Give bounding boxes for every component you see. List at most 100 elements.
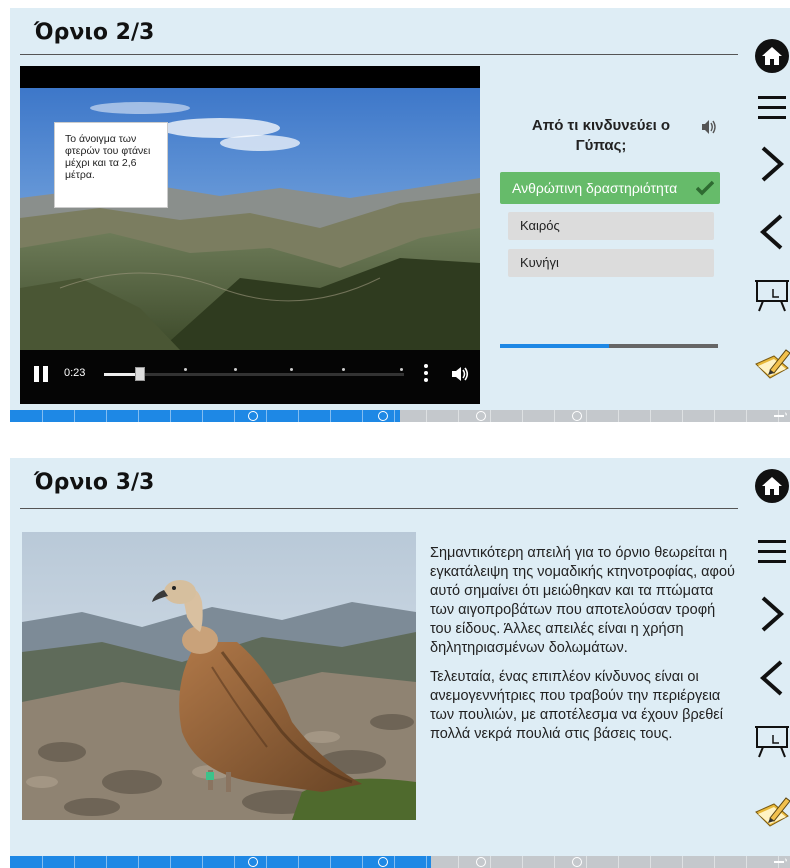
progress-segment [298,856,299,868]
progress-segment [586,856,587,868]
quiz-progress-bar [500,344,718,348]
chapter-marker-circle[interactable] [476,857,486,867]
presentation-board-icon [755,726,789,758]
progress-segment [490,410,491,422]
title-divider [20,54,738,55]
video-player[interactable]: Το άνοιγμα των φτερών του φτάνει μέχρι κ… [20,66,480,404]
progress-segment [458,410,459,422]
quiz-answer[interactable]: Κυνήγι [508,249,714,277]
chapter-marker-circle[interactable] [378,857,388,867]
progress-segment [394,856,395,868]
progress-segment [650,856,651,868]
paragraph: Σημαντικότερη απειλή για το όρνιο θεωρεί… [430,545,735,656]
slide-panel-2: Όρνιο 3/3 Σημαντικότερη απειλή για το όρ… [10,458,790,868]
pause-icon[interactable] [34,366,50,382]
progress-segment [714,410,715,422]
next-button[interactable] [752,144,790,184]
progress-segment [330,856,331,868]
video-time: 0:23 [64,367,86,379]
progress-segment [202,410,203,422]
home-icon [755,39,789,73]
progress-segment [138,856,139,868]
course-progress-fill [10,410,400,422]
progress-segment [554,856,555,868]
progress-segment [778,410,779,422]
title-divider [20,508,738,509]
progress-segment [426,410,427,422]
finish-flag-icon [774,412,787,417]
video-caption-tooltip: Το άνοιγμα των φτερών του φτάνει μέχρι κ… [54,122,168,208]
notebook-pencil-icon [755,349,790,379]
progress-segment [202,856,203,868]
more-options-icon[interactable] [424,364,428,382]
menu-button[interactable] [752,532,790,572]
chevron-right-icon [761,146,785,182]
chapter-marker-circle[interactable] [572,857,582,867]
quiz-answer[interactable]: Καιρός [508,212,714,240]
slide-panel-1: Όρνιο 2/3 Το άνοιγμα των φτερών του φτάν… [10,8,790,422]
menu-icon [758,540,786,563]
chevron-right-icon [761,596,785,632]
progress-segment [234,856,235,868]
progress-segment [586,410,587,422]
chapter-marker [290,368,293,371]
progress-segment [650,410,651,422]
video-controls: 0:23 [20,350,480,404]
progress-segment [682,856,683,868]
home-icon [755,469,789,503]
quiz-progress-fill [500,344,609,348]
chapter-marker-circle[interactable] [476,411,486,421]
paragraph: Τελευταία, ένας επιπλέον κίνδυνος είναι … [430,669,723,742]
notebook-pencil-icon [755,797,790,827]
progress-segment [170,410,171,422]
chapter-marker [234,368,237,371]
home-button[interactable] [752,36,790,76]
progress-segment [714,856,715,868]
presentation-button[interactable] [752,274,790,314]
next-button[interactable] [752,594,790,634]
video-seek-bar[interactable] [104,367,404,381]
speaker-icon[interactable] [700,118,720,136]
chapter-marker [400,368,403,371]
chapter-marker-circle[interactable] [572,411,582,421]
chevron-left-icon [759,660,783,696]
progress-segment [746,856,747,868]
course-progress-bar [10,410,790,422]
chevron-left-icon [759,214,783,250]
quiz-question: Από τι κινδυνεύει ο Γύπας; [531,117,671,154]
video-seek-handle[interactable] [135,367,145,381]
quiz-answer-correct[interactable]: Ανθρώπινη δραστηριότητα [500,172,720,204]
progress-segment [74,410,75,422]
progress-segment [330,410,331,422]
finish-flag-icon [774,858,787,863]
progress-segment [746,410,747,422]
chapter-marker-circle[interactable] [248,857,258,867]
progress-segment [170,856,171,868]
menu-button[interactable] [752,88,790,128]
previous-button[interactable] [752,658,790,698]
progress-segment [362,410,363,422]
slide-title: Όρνιο 3/3 [34,470,155,495]
progress-segment [778,856,779,868]
progress-segment [42,410,43,422]
checkmark-icon [696,180,714,196]
course-progress-bar [10,856,790,868]
progress-segment [522,410,523,422]
progress-segment [458,856,459,868]
chapter-marker-circle[interactable] [378,411,388,421]
presentation-board-icon [755,280,789,312]
progress-segment [234,410,235,422]
progress-segment [618,410,619,422]
quiz-answer-label: Ανθρώπινη δραστηριότητα [512,180,678,196]
progress-segment [106,856,107,868]
notebook-button[interactable] [752,792,790,832]
progress-segment [522,856,523,868]
progress-segment [490,856,491,868]
chapter-marker-circle[interactable] [248,411,258,421]
volume-icon[interactable] [450,364,470,384]
home-button[interactable] [752,466,790,506]
progress-segment [138,410,139,422]
previous-button[interactable] [752,212,790,252]
presentation-button[interactable] [752,720,790,760]
notebook-button[interactable] [752,344,790,384]
